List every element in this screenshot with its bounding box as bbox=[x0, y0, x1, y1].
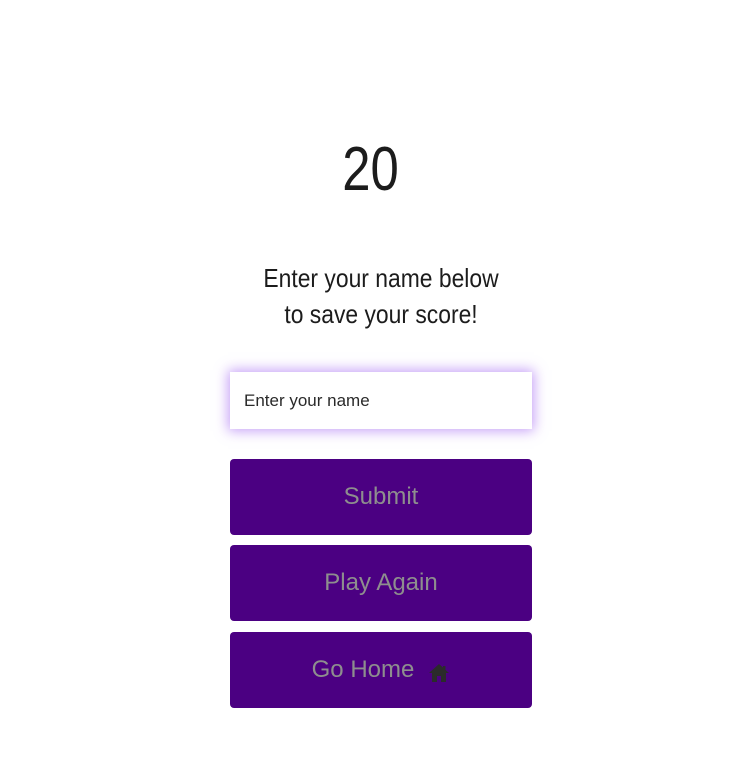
home-icon bbox=[428, 662, 450, 682]
final-score: 20 bbox=[342, 135, 399, 204]
go-home-button[interactable]: Go Home bbox=[230, 632, 532, 708]
play-again-button-label: Play Again bbox=[324, 569, 438, 596]
submit-button[interactable]: Submit bbox=[230, 459, 532, 535]
go-home-button-label: Go Home bbox=[311, 656, 415, 683]
save-score-prompt: Enter your name below to save your score… bbox=[263, 263, 499, 329]
name-input[interactable] bbox=[230, 372, 532, 429]
submit-button-label: Submit bbox=[343, 483, 419, 510]
play-again-button[interactable]: Play Again bbox=[230, 545, 532, 621]
end-screen: 20 Enter your name below to save your sc… bbox=[0, 0, 741, 767]
